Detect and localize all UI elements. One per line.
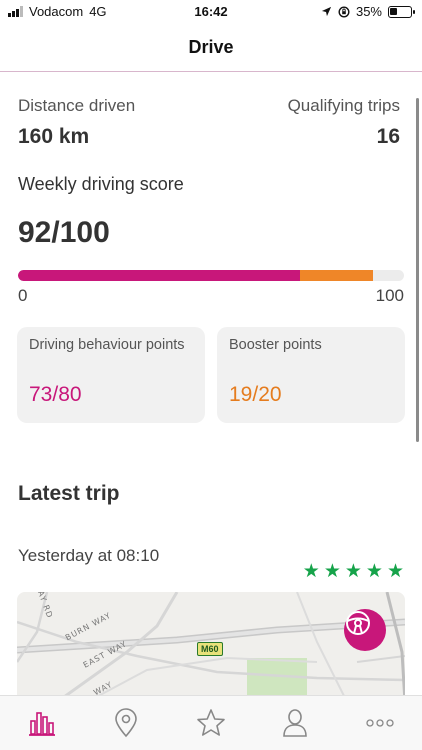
booster-points-value: 19/20 [229, 383, 282, 406]
rating-star-icon: ★ [365, 561, 383, 582]
battery-level [390, 7, 397, 15]
battery-icon [388, 5, 415, 18]
more-icon [366, 719, 394, 727]
trip-time: Yesterday at 08:10 [18, 546, 160, 565]
distance-value: 160 km [18, 125, 90, 148]
rotation-lock-icon [338, 5, 350, 18]
tab-more[interactable] [360, 706, 400, 740]
distance-label: Distance driven [18, 96, 136, 115]
trip-map[interactable]: WAY RD BURN WAY EAST WAY WAY M60 [17, 592, 405, 702]
scale-max-label: 100 [375, 286, 404, 305]
booster-points-card[interactable]: Booster points 19/20 [217, 327, 405, 423]
rating-star-icon: ★ [386, 561, 404, 582]
location-arrow-icon [321, 6, 332, 17]
profile-icon [283, 709, 307, 737]
behaviour-segment [18, 270, 300, 281]
trip-rating: ★ ★ ★ ★ ★ [303, 562, 404, 582]
scrollbar-thumb[interactable] [416, 98, 419, 442]
rating-star-icon: ★ [302, 561, 320, 582]
tab-trips[interactable] [106, 706, 146, 740]
behaviour-points-label: Driving behaviour points [29, 337, 185, 353]
score-progress-bar [18, 270, 404, 281]
route-shield: M60 [197, 642, 223, 656]
tab-profile[interactable] [275, 706, 315, 740]
tab-dashboard[interactable] [22, 706, 62, 740]
latest-trip-title: Latest trip [18, 482, 120, 505]
page-title: Drive [188, 37, 234, 57]
scale-min-label: 0 [18, 286, 28, 305]
rating-star-icon: ★ [344, 561, 362, 582]
map-pin-icon [115, 708, 137, 738]
nav-bar: Drive [0, 24, 422, 72]
weekly-score-label: Weekly driving score [18, 174, 184, 194]
steering-wheel-button[interactable] [344, 609, 386, 651]
rating-star-icon: ★ [323, 561, 341, 582]
trips-value: 16 [376, 125, 400, 148]
bar-chart-icon [29, 712, 55, 736]
star-icon [197, 709, 225, 736]
status-bar: Vodacom 4G 16:42 35% [0, 0, 422, 24]
behaviour-points-value: 73/80 [29, 383, 82, 406]
tab-rewards[interactable] [191, 706, 231, 740]
trips-label: Qualifying trips [287, 96, 400, 115]
booster-segment [299, 270, 374, 281]
behaviour-points-card[interactable]: Driving behaviour points 73/80 [17, 327, 205, 423]
weekly-score-value: 92/100 [18, 216, 110, 249]
tab-bar [0, 695, 422, 750]
steering-wheel-icon [346, 611, 370, 635]
battery-percent: 35% [355, 4, 382, 19]
booster-points-label: Booster points [229, 337, 322, 353]
status-right: 35% [321, 4, 415, 19]
